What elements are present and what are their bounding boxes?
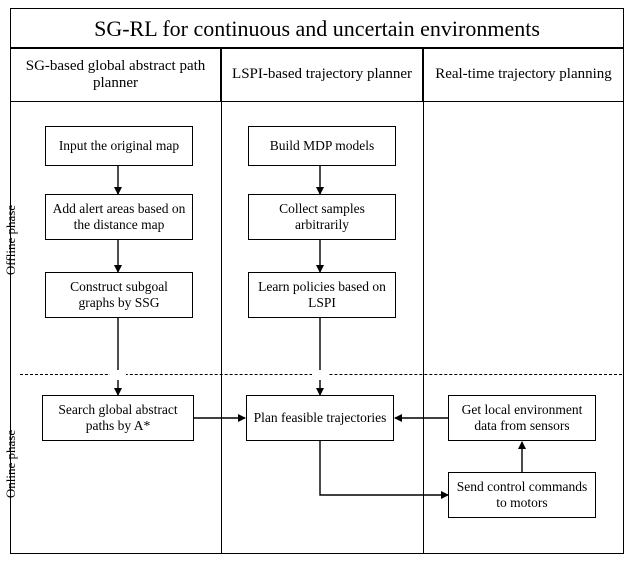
- box-learn-policies: Learn policies based on LSPI: [248, 272, 396, 318]
- box-get-local-env: Get local environment data from sensors: [448, 395, 596, 441]
- column-header-1: SG-based global abstract path planner: [10, 48, 221, 102]
- box-construct-subgoal-graphs: Construct subgoal graphs by SSG: [45, 272, 193, 318]
- column-header-3-label: Real-time trajectory planning: [435, 66, 612, 83]
- column-header-2: LSPI-based trajectory planner: [221, 48, 423, 102]
- column-header-2-label: LSPI-based trajectory planner: [232, 66, 412, 83]
- box-add-alert-areas: Add alert areas based on the distance ma…: [45, 194, 193, 240]
- dash-gap-1: [110, 370, 126, 380]
- phase-label-offline: Offline phase: [2, 110, 20, 370]
- diagram-title: SG-RL for continuous and uncertain envir…: [10, 8, 624, 48]
- phase-label-online: Online phase: [2, 379, 20, 549]
- column-divider-2: [423, 102, 424, 554]
- column-header-1-label: SG-based global abstract path planner: [15, 58, 216, 93]
- column-divider-1: [221, 102, 222, 554]
- box-input-original-map: Input the original map: [45, 126, 193, 166]
- box-send-commands: Send control commands to motors: [448, 472, 596, 518]
- column-header-3: Real-time trajectory planning: [423, 48, 624, 102]
- box-plan-trajectories: Plan feasible trajectories: [246, 395, 394, 441]
- box-collect-samples: Collect samples arbitrarily: [248, 194, 396, 240]
- dash-gap-2: [312, 370, 328, 380]
- box-build-mdp: Build MDP models: [248, 126, 396, 166]
- box-search-global-paths: Search global abstract paths by A*: [42, 395, 194, 441]
